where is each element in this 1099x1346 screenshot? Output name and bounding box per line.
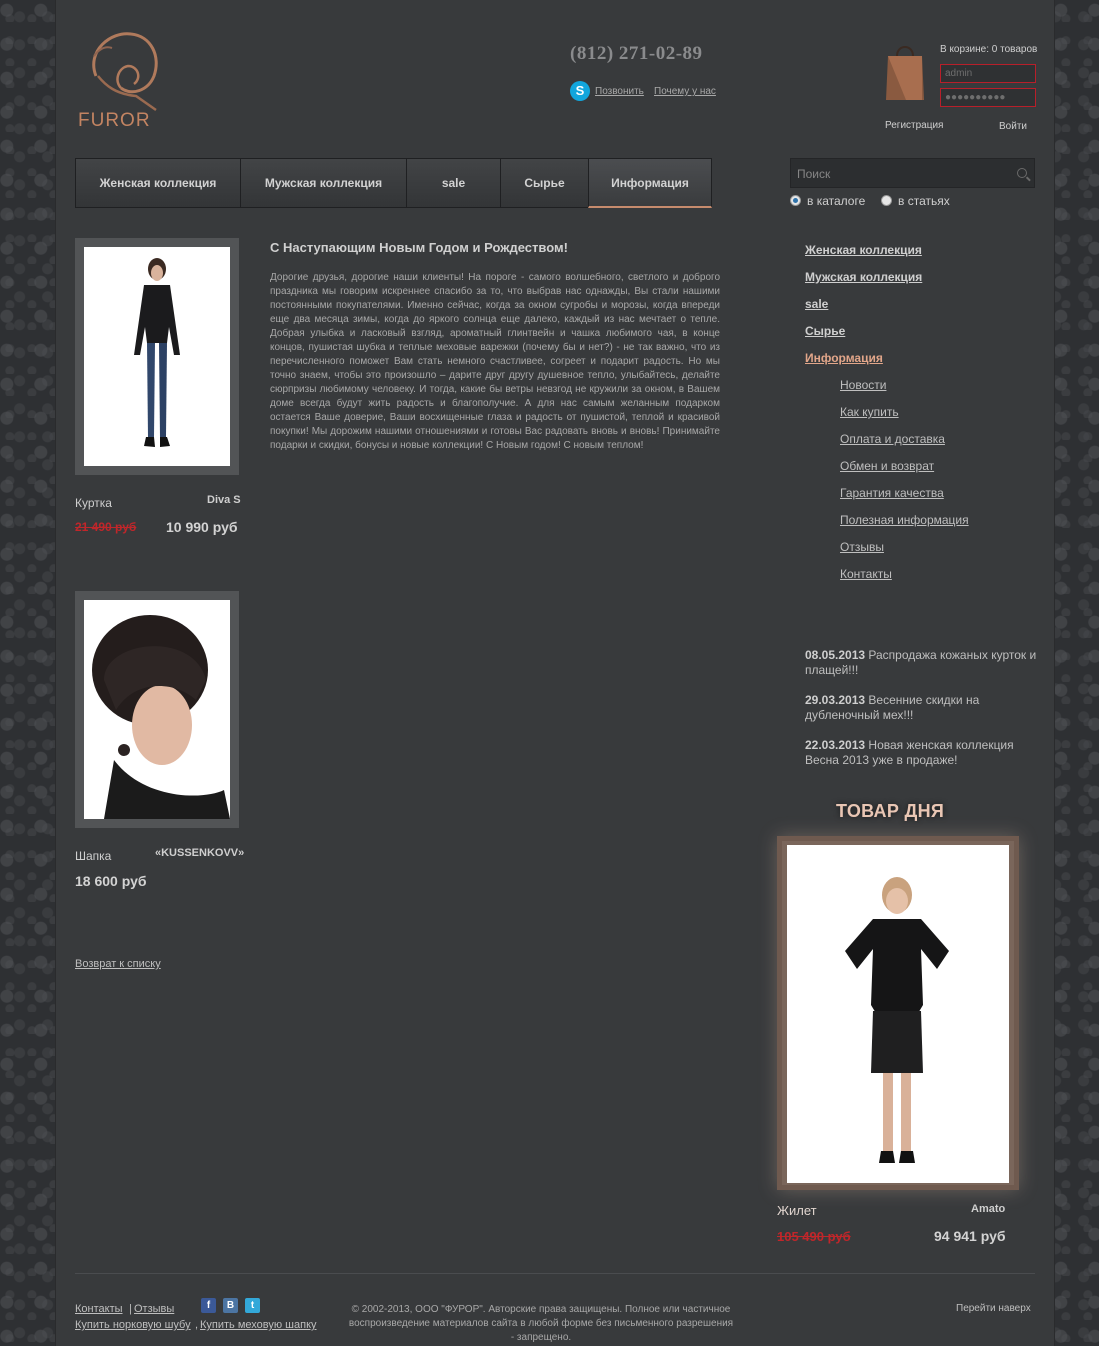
side-sub-payment[interactable]: Оплата и доставка bbox=[840, 432, 945, 446]
side-menu-men[interactable]: Мужская коллекция bbox=[805, 270, 922, 284]
news-date: 22.03.2013 bbox=[805, 738, 866, 752]
day-old-price: 105 490 руб bbox=[777, 1229, 851, 1244]
call-link[interactable]: Позвонить bbox=[595, 86, 644, 97]
radio-articles[interactable] bbox=[881, 195, 892, 206]
page-container: FUROR (812) 271-02-89 S Позвонить Почему… bbox=[56, 0, 1054, 1346]
news-item[interactable]: 29.03.2013 Весенние скидки на дубленочны… bbox=[805, 693, 1037, 723]
go-top-link[interactable]: Перейти наверх bbox=[956, 1303, 1031, 1314]
product-card-jacket[interactable] bbox=[75, 238, 239, 475]
product-image-hat[interactable] bbox=[84, 600, 230, 819]
footer-reviews-link[interactable]: Отзывы bbox=[134, 1303, 174, 1315]
radio-articles-label: в статьях bbox=[898, 194, 950, 208]
day-product-heading: ТОВАР ДНЯ bbox=[836, 801, 945, 821]
back-to-list-link[interactable]: Возврат к списку bbox=[75, 958, 161, 970]
side-sub-useful[interactable]: Полезная информация bbox=[840, 513, 969, 527]
nav-item-raw[interactable]: Сырье bbox=[500, 158, 588, 208]
product-image-jacket[interactable] bbox=[84, 247, 230, 466]
day-product-name[interactable]: Жилет bbox=[777, 1203, 817, 1218]
logo-text: FUROR bbox=[78, 110, 151, 131]
day-price: 94 941 руб bbox=[934, 1228, 1006, 1244]
product-brand: «KUSSENKOVV» bbox=[155, 847, 245, 859]
news-date: 08.05.2013 bbox=[805, 648, 866, 662]
nav-item-women[interactable]: Женская коллекция bbox=[75, 158, 240, 208]
product-card-hat[interactable] bbox=[75, 591, 239, 828]
footer-contacts-link[interactable]: Контакты bbox=[75, 1303, 123, 1315]
twitter-icon[interactable]: t bbox=[245, 1298, 260, 1313]
phone-number: (812) 271-02-89 bbox=[570, 43, 703, 64]
footer-comma: , bbox=[195, 1319, 199, 1331]
login-field[interactable]: admin bbox=[940, 64, 1036, 83]
side-menu-info[interactable]: Информация bbox=[805, 351, 883, 365]
radio-catalog[interactable] bbox=[790, 195, 801, 206]
footer-separator: | bbox=[129, 1303, 132, 1315]
why-us-link[interactable]: Почему у нас bbox=[654, 86, 716, 97]
search-box[interactable]: Поиск bbox=[790, 158, 1035, 188]
price: 18 600 руб bbox=[75, 873, 147, 889]
register-link[interactable]: Регистрация bbox=[885, 120, 943, 131]
search-icon[interactable] bbox=[1017, 168, 1027, 178]
price: 10 990 руб bbox=[166, 519, 238, 535]
logo[interactable]: FUROR bbox=[76, 26, 166, 131]
day-product-card[interactable] bbox=[777, 836, 1019, 1190]
product-name[interactable]: Шапка bbox=[75, 849, 111, 863]
footer-divider bbox=[75, 1273, 1035, 1274]
side-sub-contacts[interactable]: Контакты bbox=[840, 567, 892, 581]
product-brand: Diva S bbox=[207, 494, 241, 506]
nav-item-sale[interactable]: sale bbox=[406, 158, 500, 208]
old-price: 21 490 руб bbox=[75, 520, 137, 534]
day-product-image[interactable] bbox=[787, 845, 1009, 1183]
nav-item-men[interactable]: Мужская коллекция bbox=[240, 158, 406, 208]
shopping-bag-icon[interactable] bbox=[884, 40, 926, 102]
side-sub-warranty[interactable]: Гарантия качества bbox=[840, 486, 944, 500]
cart-status: В корзине: 0 товаров bbox=[940, 44, 1038, 55]
article-body: Дорогие друзья, дорогие наши клиенты! На… bbox=[270, 272, 720, 451]
password-field[interactable]: ●●●●●●●●●● bbox=[940, 88, 1036, 107]
news-item[interactable]: 22.03.2013 Новая женская коллекция Весна… bbox=[805, 738, 1037, 768]
side-sub-how-to-buy[interactable]: Как купить bbox=[840, 405, 899, 419]
product-name[interactable]: Куртка bbox=[75, 496, 112, 510]
skype-icon[interactable]: S bbox=[570, 81, 590, 101]
side-menu-sale[interactable]: sale bbox=[805, 297, 828, 311]
day-product-brand: Amato bbox=[971, 1203, 1006, 1215]
facebook-icon[interactable]: f bbox=[201, 1298, 216, 1313]
news-date: 29.03.2013 bbox=[805, 693, 866, 707]
article-title: С Наступающим Новым Годом и Рождеством! bbox=[270, 240, 568, 255]
login-button[interactable]: Войти bbox=[999, 121, 1027, 132]
search-input[interactable]: Поиск bbox=[797, 167, 830, 181]
radio-catalog-label: в каталоге bbox=[807, 194, 866, 208]
main-nav: Женская коллекция Мужская коллекция sale… bbox=[75, 158, 712, 208]
side-menu-raw[interactable]: Сырье bbox=[805, 324, 845, 338]
vkontakte-icon[interactable]: B bbox=[223, 1298, 238, 1313]
footer-buy-hat-link[interactable]: Купить меховую шапку bbox=[200, 1319, 317, 1331]
footer-buy-mink-link[interactable]: Купить норковую шубу bbox=[75, 1319, 191, 1331]
copyright-text: © 2002-2013, ООО "ФУРОР". Авторские прав… bbox=[348, 1304, 734, 1343]
side-sub-exchange[interactable]: Обмен и возврат bbox=[840, 459, 934, 473]
side-menu-women[interactable]: Женская коллекция bbox=[805, 243, 922, 257]
side-sub-news[interactable]: Новости bbox=[840, 378, 886, 392]
side-sub-reviews[interactable]: Отзывы bbox=[840, 540, 884, 554]
nav-item-info[interactable]: Информация bbox=[588, 158, 712, 208]
news-item[interactable]: 08.05.2013 Распродажа кожаных курток и п… bbox=[805, 648, 1037, 678]
